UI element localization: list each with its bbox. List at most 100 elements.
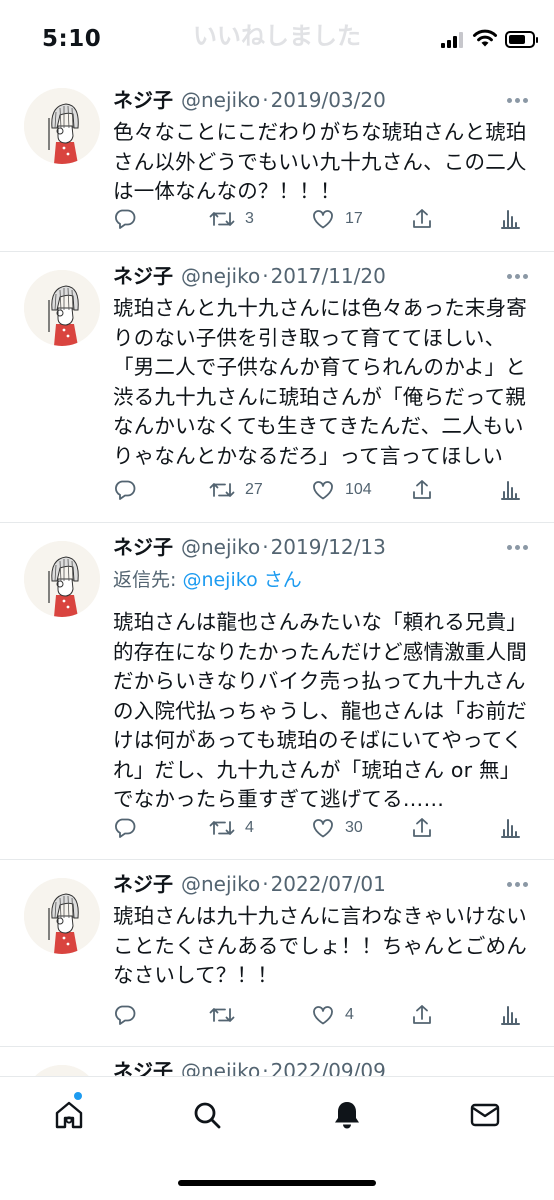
analytics-button[interactable]	[498, 204, 522, 234]
reply-context: 返信先: @nejiko さん	[113, 565, 534, 595]
like-count: 17	[345, 210, 363, 227]
tweet[interactable]: ネジ子 @nejiko · 2017/11/20 琥珀さんと九十九さんには色々あった末…	[0, 252, 554, 523]
retweet-icon	[209, 821, 235, 835]
nav-messages[interactable]	[465, 1095, 505, 1135]
reply-button[interactable]	[113, 475, 147, 505]
like-count: 30	[345, 819, 363, 836]
notifications-icon	[335, 1102, 359, 1129]
avatar-illustration	[24, 1065, 100, 1076]
tweet-date[interactable]: 2022/07/01	[271, 872, 386, 896]
avatar-illustration	[24, 88, 100, 164]
reply-suffix: さん	[263, 569, 302, 591]
reply-button[interactable]	[113, 1000, 147, 1030]
new-content-dot	[74, 1092, 82, 1100]
tweet-date[interactable]: 2019/03/20	[271, 88, 386, 112]
author-name[interactable]: ネジ子	[113, 88, 173, 112]
like-icon	[313, 819, 333, 838]
retweet-button[interactable]	[209, 1000, 245, 1030]
tweet-text: 色々なことにこだわりがちな琥珀さんと琥珀 さん以外どうでもいい九十九さん、この二…	[113, 120, 527, 203]
analytics-button[interactable]	[498, 475, 522, 505]
analytics-icon	[501, 1006, 520, 1025]
avatar-illustration	[24, 541, 100, 617]
author-handle[interactable]: @nejiko	[181, 1059, 260, 1076]
author-handle[interactable]: @nejiko	[181, 88, 260, 112]
signal-icon	[441, 32, 467, 48]
tweet-text: 琥珀さんは龍也さんみたいな「頼れる兄貴」 的存在になりたかったんだけど感情激重人…	[113, 610, 527, 811]
author-handle[interactable]: @nejiko	[181, 872, 260, 896]
like-icon	[313, 1006, 333, 1025]
tweet[interactable]: ネジ子 @nejiko · 2019/03/20 色々なことにこだわりがちな琥珀さんと…	[0, 76, 554, 252]
nav-search[interactable]	[187, 1095, 227, 1135]
avatar[interactable]	[24, 88, 100, 164]
like-button[interactable]: 4	[311, 1000, 354, 1030]
share-button[interactable]	[410, 204, 434, 234]
reply-prefix: 返信先:	[113, 569, 183, 591]
retweet-icon	[209, 483, 235, 497]
status-bar: いいねしました 5:10	[0, 0, 554, 76]
tweet[interactable]: ネジ子 @nejiko · 2022/09/09	[0, 1047, 554, 1076]
more-icon[interactable]	[507, 98, 529, 104]
retweet-count: 4	[245, 819, 254, 836]
timeline[interactable]: ネジ子 @nejiko · 2019/03/20 色々なことにこだわりがちな琥珀さんと…	[0, 76, 554, 1076]
author-name[interactable]: ネジ子	[113, 872, 173, 896]
share-button[interactable]	[410, 1000, 434, 1030]
author-name[interactable]: ネジ子	[113, 264, 173, 288]
author-handle[interactable]: @nejiko	[181, 535, 260, 559]
messages-icon	[470, 1103, 500, 1127]
tweet-date[interactable]: 2022/09/09	[271, 1059, 386, 1076]
reply-button[interactable]	[113, 204, 147, 234]
share-button[interactable]	[410, 813, 434, 843]
like-count: 4	[345, 1006, 354, 1023]
retweet-icon	[209, 212, 235, 226]
share-icon	[413, 480, 431, 499]
retweet-count: 27	[245, 481, 263, 498]
tweet-text: 琥珀さんは九十九さんに言わなきゃいけない ことたくさんあるでしょ！！ちゃんとごめ…	[113, 904, 527, 987]
like-button[interactable]: 17	[311, 204, 363, 234]
author-handle[interactable]: @nejiko	[181, 264, 260, 288]
more-icon[interactable]	[507, 274, 529, 280]
reply-icon	[115, 1005, 136, 1025]
reply-button[interactable]	[113, 813, 147, 843]
tweet-date[interactable]: 2019/12/13	[271, 535, 386, 559]
tweet[interactable]: ネジ子 @nejiko · 2019/12/13 返信先: @nejiko さん 琥珀…	[0, 523, 554, 860]
reply-icon	[115, 480, 136, 500]
share-button[interactable]	[410, 475, 434, 505]
avatar-illustration	[24, 878, 100, 954]
analytics-icon	[501, 819, 520, 838]
tweet-text: 琥珀さんと九十九さんには色々あった末身寄 りのない子供を引き取って育ててほしい、…	[113, 296, 527, 468]
retweet-icon	[209, 1008, 235, 1022]
home-indicator[interactable]	[178, 1180, 376, 1186]
author-name[interactable]: ネジ子	[113, 1059, 173, 1076]
like-button[interactable]: 104	[311, 475, 372, 505]
retweet-button[interactable]: 3	[209, 204, 254, 234]
wifi-icon	[473, 29, 497, 47]
separator: ·	[262, 872, 269, 896]
analytics-button[interactable]	[498, 1000, 522, 1030]
separator: ·	[262, 1059, 269, 1076]
more-icon[interactable]	[507, 882, 529, 888]
avatar[interactable]	[24, 878, 100, 954]
tweet[interactable]: ネジ子 @nejiko · 2022/07/01 琥珀さんは九十九さんに言わなきゃいけ…	[0, 860, 554, 1047]
nav-home[interactable]	[49, 1092, 89, 1135]
status-time: 5:10	[42, 26, 102, 52]
retweet-button[interactable]: 27	[209, 475, 263, 505]
reply-mention-link[interactable]: @nejiko	[182, 569, 257, 591]
tweet-actions: 4 30	[113, 813, 533, 843]
avatar[interactable]	[24, 270, 100, 346]
tweet-actions: 3 17	[113, 204, 533, 234]
avatar[interactable]	[24, 541, 100, 617]
retweet-button[interactable]: 4	[209, 813, 254, 843]
reply-icon	[115, 818, 136, 838]
author-name[interactable]: ネジ子	[113, 535, 173, 559]
share-icon	[413, 818, 431, 837]
like-button[interactable]: 30	[311, 813, 363, 843]
tweet-actions: 4	[113, 1000, 533, 1030]
analytics-icon	[501, 210, 520, 229]
analytics-button[interactable]	[498, 813, 522, 843]
battery-level	[509, 35, 525, 44]
nav-notifications[interactable]	[327, 1095, 367, 1135]
share-icon	[413, 1005, 431, 1024]
avatar[interactable]	[24, 1065, 100, 1076]
tweet-date[interactable]: 2017/11/20	[271, 264, 386, 288]
more-icon[interactable]	[507, 545, 529, 551]
